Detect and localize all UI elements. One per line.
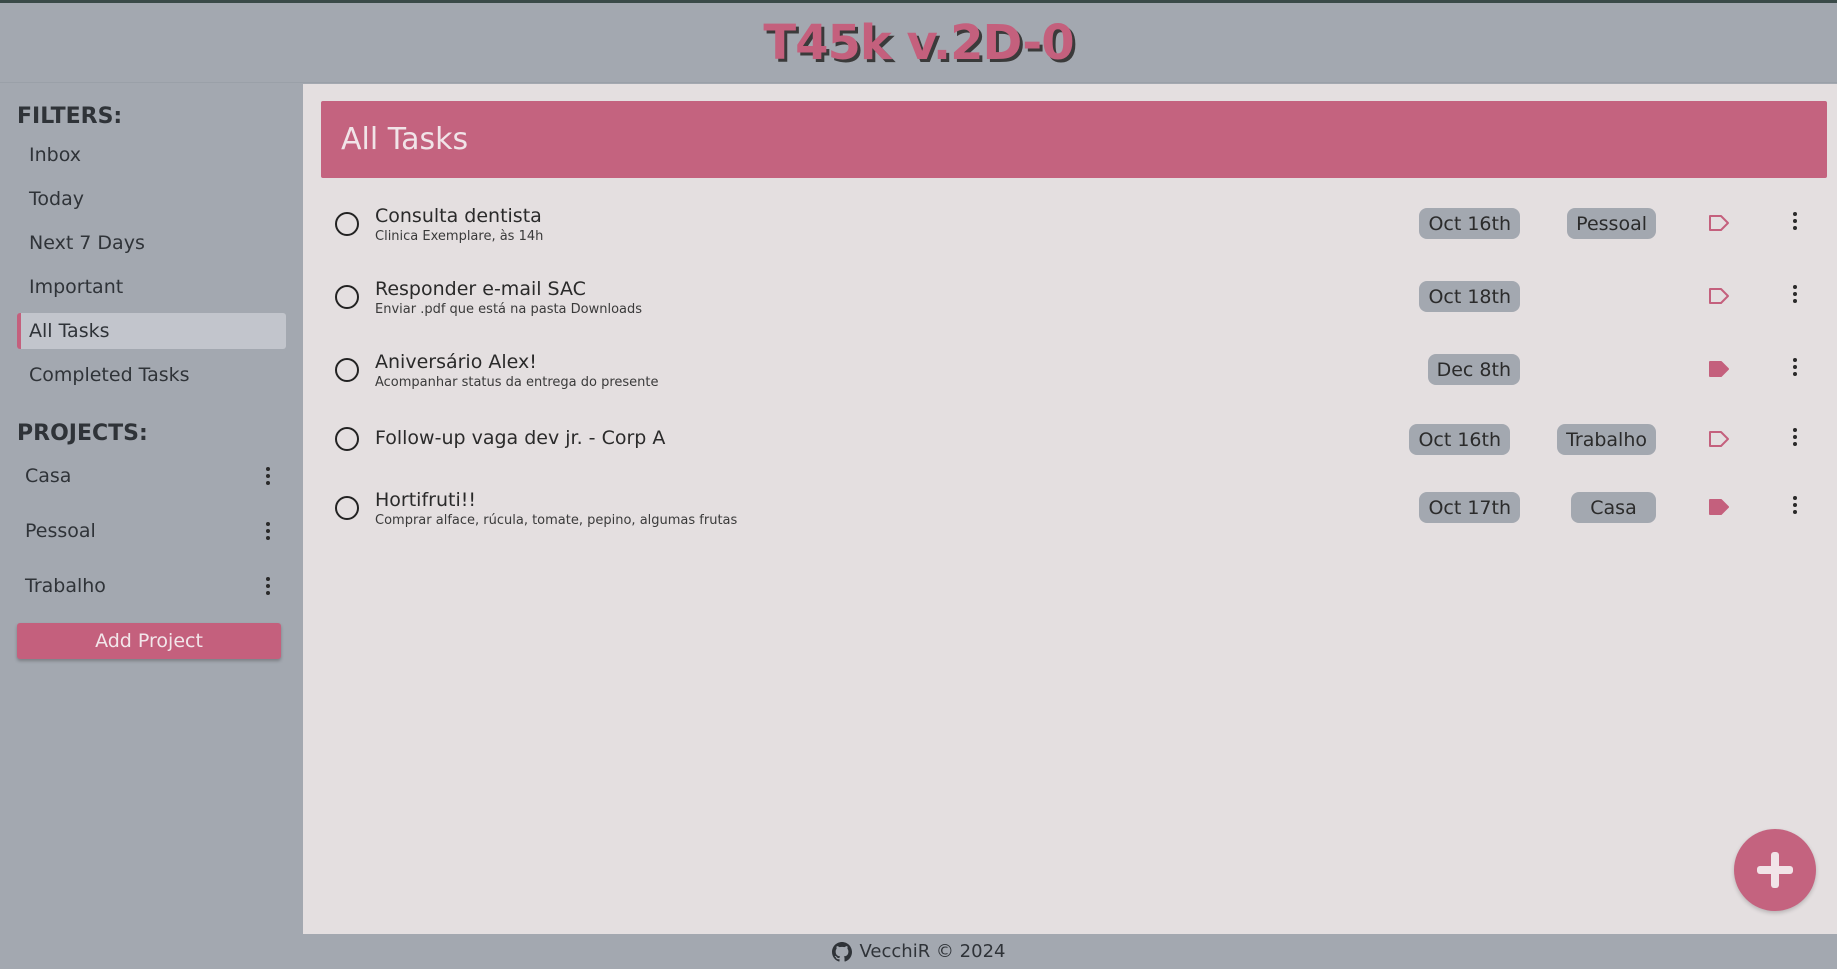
important-tag-filled-icon[interactable] — [1708, 360, 1730, 378]
task-checkbox[interactable] — [335, 212, 359, 236]
project-menu-icon[interactable] — [260, 463, 276, 489]
task-title[interactable]: Hortifruti!! — [375, 488, 737, 512]
task-checkbox[interactable] — [335, 358, 359, 382]
task-project-badge: Pessoal — [1567, 208, 1656, 239]
task-checkbox[interactable] — [335, 496, 359, 520]
main-content: All Tasks Consulta dentista Clinica Exem… — [303, 84, 1837, 934]
task-text: Hortifruti!! Comprar alface, rúcula, tom… — [375, 488, 737, 530]
task-description: Comprar alface, rúcula, tomate, pepino, … — [375, 513, 738, 528]
task-menu-icon[interactable] — [1787, 208, 1803, 234]
add-task-button[interactable] — [1734, 829, 1816, 911]
task-description: Acompanhar status da entrega do presente — [375, 375, 659, 390]
task-date-badge: Oct 17th — [1419, 492, 1520, 523]
task-text: Responder e-mail SAC Enviar .pdf que est… — [375, 277, 642, 319]
task-row: Hortifruti!! Comprar alface, rúcula, tom… — [321, 484, 1827, 557]
task-date-badge: Oct 16th — [1409, 424, 1510, 455]
task-project-badge: Casa — [1571, 492, 1656, 523]
filter-all-tasks[interactable]: All Tasks — [17, 313, 286, 349]
project-item-casa[interactable]: Casa — [17, 456, 286, 496]
task-menu-icon[interactable] — [1787, 492, 1803, 518]
task-text: Consulta dentista Clinica Exemplare, às … — [375, 204, 543, 246]
project-menu-icon[interactable] — [260, 518, 276, 544]
app-header: T45k v.2D-0 — [0, 3, 1837, 83]
project-item-pessoal[interactable]: Pessoal — [17, 511, 286, 551]
important-tag-outline-icon[interactable] — [1708, 287, 1730, 305]
task-title[interactable]: Aniversário Alex! — [375, 350, 659, 374]
project-menu-icon[interactable] — [260, 573, 276, 599]
view-header: All Tasks — [321, 101, 1827, 178]
project-item-trabalho[interactable]: Trabalho — [17, 566, 286, 606]
project-label: Trabalho — [25, 575, 106, 597]
view-title: All Tasks — [341, 122, 469, 157]
task-row: Follow-up vaga dev jr. - Corp A Oct 16th… — [321, 417, 1827, 484]
project-label: Casa — [25, 465, 72, 487]
task-title[interactable]: Consulta dentista — [375, 204, 543, 228]
task-menu-icon[interactable] — [1787, 281, 1803, 307]
task-row: Aniversário Alex! Acompanhar status da e… — [321, 344, 1827, 417]
task-title[interactable]: Follow-up vaga dev jr. - Corp A — [375, 426, 665, 450]
sidebar: FILTERS: Inbox Today Next 7 Days Importa… — [0, 84, 303, 934]
project-label: Pessoal — [25, 520, 96, 542]
task-date-badge: Oct 16th — [1419, 208, 1520, 239]
app-title: T45k v.2D-0 — [763, 14, 1074, 71]
task-title[interactable]: Responder e-mail SAC — [375, 277, 642, 301]
task-description: Enviar .pdf que está na pasta Downloads — [375, 302, 643, 317]
task-date-badge: Dec 8th — [1427, 354, 1520, 385]
task-date-badge: Oct 18th — [1419, 281, 1520, 312]
task-description: Clinica Exemplare, às 14h — [375, 229, 544, 244]
github-icon[interactable] — [831, 941, 852, 962]
task-list: Consulta dentista Clinica Exemplare, às … — [321, 198, 1827, 557]
task-row: Responder e-mail SAC Enviar .pdf que est… — [321, 271, 1827, 344]
task-project-badge: Trabalho — [1557, 424, 1656, 455]
projects-heading: PROJECTS: — [17, 421, 148, 446]
task-checkbox[interactable] — [335, 427, 359, 451]
add-project-button[interactable]: Add Project — [17, 623, 281, 659]
footer-credit[interactable]: VecchiR © 2024 — [860, 941, 1006, 962]
plus-icon — [1757, 852, 1793, 888]
filters-heading: FILTERS: — [17, 104, 123, 129]
important-tag-filled-icon[interactable] — [1708, 498, 1730, 516]
filter-completed-tasks[interactable]: Completed Tasks — [17, 357, 286, 393]
important-tag-outline-icon[interactable] — [1708, 430, 1730, 448]
task-menu-icon[interactable] — [1787, 354, 1803, 380]
task-menu-icon[interactable] — [1787, 424, 1803, 450]
important-tag-outline-icon[interactable] — [1708, 214, 1730, 232]
task-row: Consulta dentista Clinica Exemplare, às … — [321, 198, 1827, 271]
task-text: Follow-up vaga dev jr. - Corp A — [375, 426, 665, 450]
filter-inbox[interactable]: Inbox — [17, 137, 286, 173]
filter-next-7-days[interactable]: Next 7 Days — [17, 225, 286, 261]
task-text: Aniversário Alex! Acompanhar status da e… — [375, 350, 659, 392]
footer: VecchiR © 2024 — [0, 934, 1837, 969]
filter-important[interactable]: Important — [17, 269, 286, 305]
task-checkbox[interactable] — [335, 285, 359, 309]
filter-today[interactable]: Today — [17, 181, 286, 217]
